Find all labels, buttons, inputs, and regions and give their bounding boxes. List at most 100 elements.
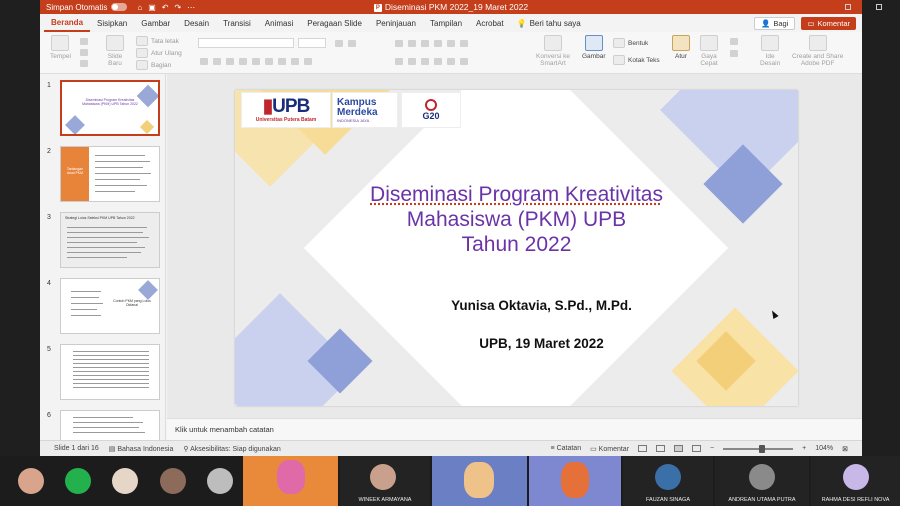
align-center-icon[interactable] — [408, 58, 416, 65]
participant-tile[interactable]: FAUZAN SINAGA — [623, 456, 713, 506]
share-button[interactable]: 👤 Bagi — [754, 17, 796, 30]
comments-button[interactable]: ▭ Komentar — [801, 17, 856, 30]
section-button[interactable]: Bagian — [136, 60, 171, 70]
tab-beranda[interactable]: Beranda — [44, 14, 91, 32]
slide-author[interactable]: Yunisa Oktavia, S.Pd., M.Pd. — [235, 298, 798, 313]
participant-avatar[interactable] — [112, 468, 138, 494]
increase-indent-icon[interactable] — [434, 40, 442, 47]
font-color-icon[interactable] — [278, 58, 286, 65]
slideshow-button[interactable] — [692, 445, 702, 452]
align-text-icon[interactable] — [460, 58, 468, 65]
participant-tile[interactable]: ANDREAN UTAMA PUTRA — [715, 456, 809, 506]
notes-toggle[interactable]: ≡ Catatan — [551, 445, 582, 452]
thumbnail-slide-4[interactable]: 4 Contoh PKM yang Lolos Didanai — [44, 278, 162, 334]
picture-group[interactable]: Gambar — [582, 35, 605, 60]
autosave-toggle[interactable] — [111, 3, 128, 11]
strikethrough-icon[interactable] — [239, 58, 247, 65]
tab-peninjauan[interactable]: Peninjauan — [369, 14, 423, 32]
align-left-icon[interactable] — [395, 58, 403, 65]
fit-slide-icon[interactable]: ⊠ — [842, 445, 848, 453]
tab-desain[interactable]: Desain — [177, 14, 216, 32]
subscript-icon[interactable] — [252, 58, 260, 65]
thumbnail-slide-2[interactable]: 2 Tantangan Awal PKM — [44, 146, 162, 202]
save-icon[interactable]: ▣ — [148, 3, 156, 12]
current-slide[interactable]: ▮UPB Universitas Putera Batam Kampus Mer… — [235, 90, 798, 406]
numbering-icon[interactable] — [408, 40, 416, 47]
shape-outline-icon[interactable] — [730, 50, 738, 57]
clear-format-icon[interactable] — [304, 58, 312, 65]
paste-group[interactable]: Tempel — [50, 35, 71, 60]
zoom-in-icon[interactable]: + — [802, 445, 806, 452]
shrink-font-icon[interactable] — [348, 40, 356, 47]
copy-icon[interactable] — [80, 49, 88, 56]
more-icon[interactable]: ⋯ — [187, 3, 195, 12]
participant-video-tile[interactable] — [243, 456, 338, 506]
participant-avatar[interactable] — [65, 468, 91, 494]
tab-transisi[interactable]: Transisi — [216, 14, 258, 32]
redo-icon[interactable]: ↷ — [174, 3, 181, 12]
participant-tile[interactable]: WINEEK ARMAYANA — [340, 456, 430, 506]
shape-button[interactable]: Bentuk — [613, 38, 648, 48]
notes-pane[interactable]: Klik untuk menambah catatan — [167, 418, 862, 440]
arrange-group[interactable]: Atur — [672, 35, 690, 60]
tab-peragaan-slide[interactable]: Peragaan Slide — [300, 14, 369, 32]
thumbnail-slide-5[interactable]: 5 — [44, 344, 162, 400]
text-direction-icon[interactable] — [447, 58, 455, 65]
tell-me[interactable]: 💡 Beri tahu saya — [517, 19, 581, 28]
format-painter-icon[interactable] — [80, 60, 88, 67]
cut-icon[interactable] — [80, 38, 88, 45]
normal-view-button[interactable] — [638, 445, 648, 452]
tab-gambar[interactable]: Gambar — [134, 14, 177, 32]
bold-icon[interactable] — [200, 58, 208, 65]
comments-toggle[interactable]: ▭ Komentar — [590, 445, 629, 453]
home-icon[interactable]: ⌂ — [137, 3, 142, 12]
slide-editing-area[interactable]: ▮UPB Universitas Putera Batam Kampus Mer… — [167, 74, 862, 418]
participant-avatar[interactable] — [160, 468, 186, 494]
slide-title[interactable]: Diseminasi Program Kreativitas Mahasiswa… — [335, 182, 698, 257]
zoom-slider[interactable] — [723, 444, 794, 453]
underline-icon[interactable] — [226, 58, 234, 65]
adobe-pdf-group[interactable]: Create and Share Adobe PDF — [792, 35, 843, 67]
slide-thumbnails-panel[interactable]: 1 Diseminasi Program Kreativitas Mahasis… — [40, 74, 166, 440]
tab-animasi[interactable]: Animasi — [258, 14, 300, 32]
zoom-out-icon[interactable]: − — [710, 445, 714, 452]
design-ideas-group[interactable]: Ide Desain — [760, 35, 780, 67]
convert-smartart-group[interactable]: Konversi ke SmartArt — [536, 35, 570, 67]
superscript-icon[interactable] — [265, 58, 273, 65]
participant-tile[interactable]: RAHMA DESI REFLI NOVA — [811, 456, 900, 506]
restore-icon[interactable] — [876, 4, 882, 10]
textbox-button[interactable]: Kotak Teks — [613, 55, 660, 65]
participant-avatar[interactable] — [18, 468, 44, 494]
minimize-icon[interactable] — [845, 4, 851, 10]
bullets-icon[interactable] — [395, 40, 403, 47]
font-name-box[interactable] — [198, 38, 294, 48]
tab-sisipkan[interactable]: Sisipkan — [90, 14, 134, 32]
slide-date[interactable]: UPB, 19 Maret 2022 — [235, 336, 798, 351]
thumbnail-slide-1[interactable]: 1 Diseminasi Program Kreativitas Mahasis… — [44, 80, 162, 136]
italic-icon[interactable] — [213, 58, 221, 65]
zoom-level[interactable]: 104% — [815, 445, 833, 452]
language-status[interactable]: ▤ Bahasa Indonesia — [109, 445, 174, 453]
line-spacing-icon[interactable] — [447, 40, 455, 47]
accessibility-status[interactable]: ⚲ Aksesibilitas: Siap digunakan — [183, 445, 280, 453]
justify-icon[interactable] — [434, 58, 442, 65]
font-size-box[interactable] — [298, 38, 326, 48]
columns-icon[interactable] — [460, 40, 468, 47]
layout-button[interactable]: Tata letak — [136, 36, 179, 46]
tab-tampilan[interactable]: Tampilan — [423, 14, 469, 32]
thumbnail-slide-6[interactable]: 6 — [44, 410, 162, 440]
reading-view-button[interactable] — [674, 445, 684, 452]
participant-avatar[interactable] — [207, 468, 233, 494]
participant-video-tile[interactable] — [432, 456, 527, 506]
align-right-icon[interactable] — [421, 58, 429, 65]
autosave[interactable]: Simpan Otomatis — [46, 3, 128, 12]
highlight-icon[interactable] — [291, 58, 299, 65]
new-slide-group[interactable]: Slide Baru — [106, 35, 124, 67]
shape-fill-icon[interactable] — [730, 38, 738, 45]
participant-video-tile[interactable] — [529, 456, 621, 506]
decrease-indent-icon[interactable] — [421, 40, 429, 47]
slide-sorter-button[interactable] — [656, 445, 666, 452]
tab-acrobat[interactable]: Acrobat — [469, 14, 511, 32]
thumbnail-slide-3[interactable]: 3 Strategi Lolos Seleksi PKM UPB Tahun 2… — [44, 212, 162, 268]
quick-styles-group[interactable]: Gaya Cepat — [700, 35, 718, 67]
